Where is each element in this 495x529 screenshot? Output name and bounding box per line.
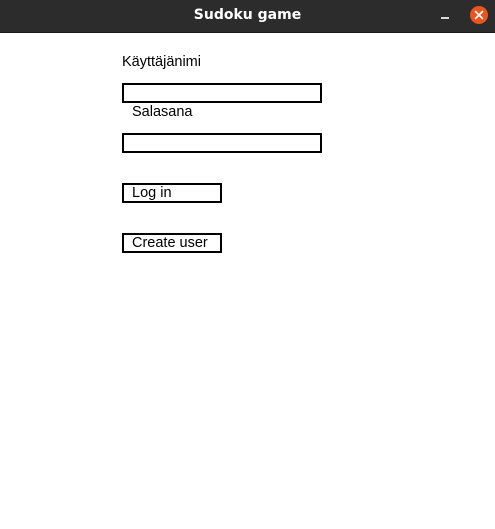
title-bar: Sudoku game <box>0 0 495 33</box>
minimize-icon[interactable] <box>437 9 453 23</box>
username-label: Käyttäjänimi <box>122 54 201 70</box>
app-window: Sudoku game Käyttäjänimi Salasana Log in… <box>0 0 495 529</box>
login-button[interactable]: Log in <box>122 183 222 203</box>
username-field[interactable] <box>122 83 322 103</box>
window-title: Sudoku game <box>193 7 302 23</box>
create-user-button[interactable]: Create user <box>122 233 222 253</box>
password-field[interactable] <box>122 133 322 153</box>
password-label: Salasana <box>132 104 193 120</box>
close-icon[interactable] <box>470 6 488 24</box>
